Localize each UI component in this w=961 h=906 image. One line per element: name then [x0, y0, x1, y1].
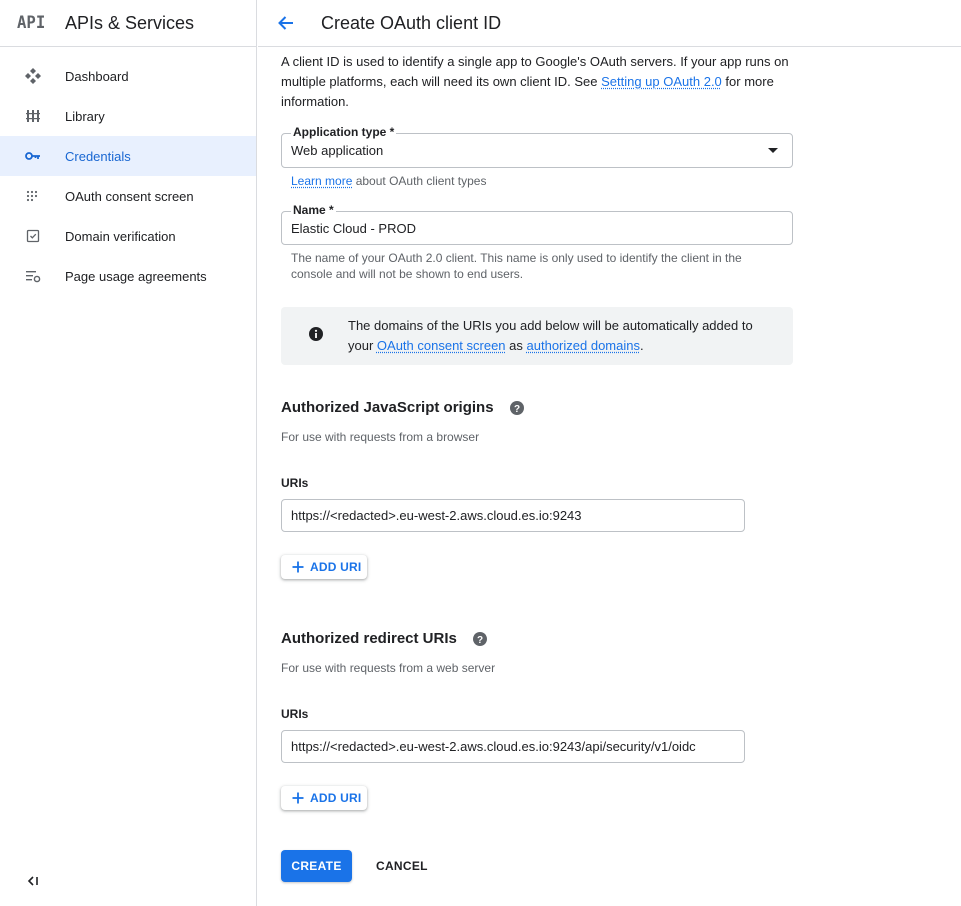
svg-text:?: ? [477, 635, 483, 646]
key-icon [24, 147, 42, 165]
js-origins-subtitle: For use with requests from a browser [281, 430, 480, 444]
helper-text: about OAuth client types [352, 174, 487, 188]
sidebar-item-credentials[interactable]: Credentials [0, 136, 256, 176]
dropdown-arrow-icon [768, 148, 778, 153]
name-helper: The name of your OAuth 2.0 client. This … [291, 251, 742, 281]
info-text-part: . [639, 338, 644, 353]
arrow-back-icon[interactable] [276, 13, 296, 33]
sidebar-header: API APIs & Services [0, 0, 256, 47]
page-header: Create OAuth client ID [258, 0, 961, 47]
name-label: Name * [291, 203, 336, 217]
info-box: The domains of the URIs you add below wi… [281, 307, 793, 365]
collapse-sidebar-icon[interactable] [26, 874, 40, 888]
add-uri-label: ADD URI [310, 560, 362, 574]
redirect-uris-subtitle: For use with requests from a web server [281, 661, 496, 675]
authorized-domains-link[interactable]: authorized domains [527, 338, 640, 353]
sidebar-item-dashboard[interactable]: Dashboard [0, 56, 256, 96]
sidebar-item-oauth-consent-screen[interactable]: OAuth consent screen [0, 176, 256, 216]
application-type-label: Application type * [291, 125, 397, 139]
sidebar-item-library[interactable]: Library [0, 96, 256, 136]
svg-text:?: ? [513, 404, 519, 415]
sidebar-item-label: OAuth consent screen [65, 188, 194, 204]
settings-list-icon [24, 267, 42, 285]
dashboard-icon [24, 67, 42, 85]
learn-more-link[interactable]: Learn more [291, 174, 352, 188]
setting-up-oauth-link[interactable]: Setting up OAuth 2.0 [601, 74, 722, 89]
application-type-value: Web application [291, 143, 384, 158]
checkbox-icon [24, 227, 42, 245]
library-icon [24, 107, 42, 125]
create-button[interactable]: CREATE [281, 850, 352, 882]
intro-text: A client ID is used to identify a single… [281, 52, 793, 112]
sidebar-item-label: Library [65, 108, 105, 124]
add-redirect-uri-button[interactable]: ADD URI [281, 786, 367, 810]
sidebar-item-label: Dashboard [65, 68, 129, 84]
sidebar: API APIs & Services Dashboard Library Cr… [0, 0, 257, 906]
redirect-uris-title: Authorized redirect URIs ? [281, 630, 488, 647]
add-uri-label: ADD URI [310, 791, 362, 805]
oauth-consent-screen-link[interactable]: OAuth consent screen [377, 338, 506, 353]
info-text-part: as [505, 338, 527, 353]
page-title: Create OAuth client ID [321, 12, 502, 33]
js-origins-title-text: Authorized JavaScript origins [281, 399, 494, 416]
plus-icon [292, 792, 304, 804]
application-type-select[interactable]: Application type * Web application [281, 125, 793, 168]
sidebar-item-label: Credentials [65, 148, 131, 164]
help-icon[interactable]: ? [472, 631, 488, 647]
info-text: The domains of the URIs you add below wi… [348, 316, 768, 356]
js-origins-uris-label: URIs [281, 476, 309, 490]
learn-more-helper: Learn more about OAuth client types [291, 173, 761, 189]
cancel-button[interactable]: CANCEL [376, 850, 428, 882]
redirect-uri-input[interactable] [281, 730, 745, 763]
api-logo: API [17, 13, 46, 33]
sidebar-item-label: Page usage agreements [65, 268, 207, 284]
sidebar-item-domain-verification[interactable]: Domain verification [0, 216, 256, 256]
plus-icon [292, 561, 304, 573]
info-icon [308, 326, 324, 342]
redirect-uris-title-text: Authorized redirect URIs [281, 630, 457, 647]
main-content: A client ID is used to identify a single… [281, 47, 801, 882]
sidebar-nav: Dashboard Library Credentials OAuth cons… [0, 56, 256, 296]
js-origins-title: Authorized JavaScript origins ? [281, 399, 525, 416]
help-icon[interactable]: ? [509, 400, 525, 416]
add-js-origin-uri-button[interactable]: ADD URI [281, 555, 367, 579]
name-value: Elastic Cloud - PROD [291, 221, 416, 236]
sidebar-item-label: Domain verification [65, 228, 176, 244]
redirect-uris-label: URIs [281, 707, 309, 721]
product-title: APIs & Services [65, 12, 195, 33]
name-field[interactable]: Name * Elastic Cloud - PROD [281, 203, 793, 245]
sidebar-item-page-usage-agreements[interactable]: Page usage agreements [0, 256, 256, 296]
js-origin-uri-input[interactable] [281, 499, 745, 532]
consent-icon [24, 187, 42, 205]
